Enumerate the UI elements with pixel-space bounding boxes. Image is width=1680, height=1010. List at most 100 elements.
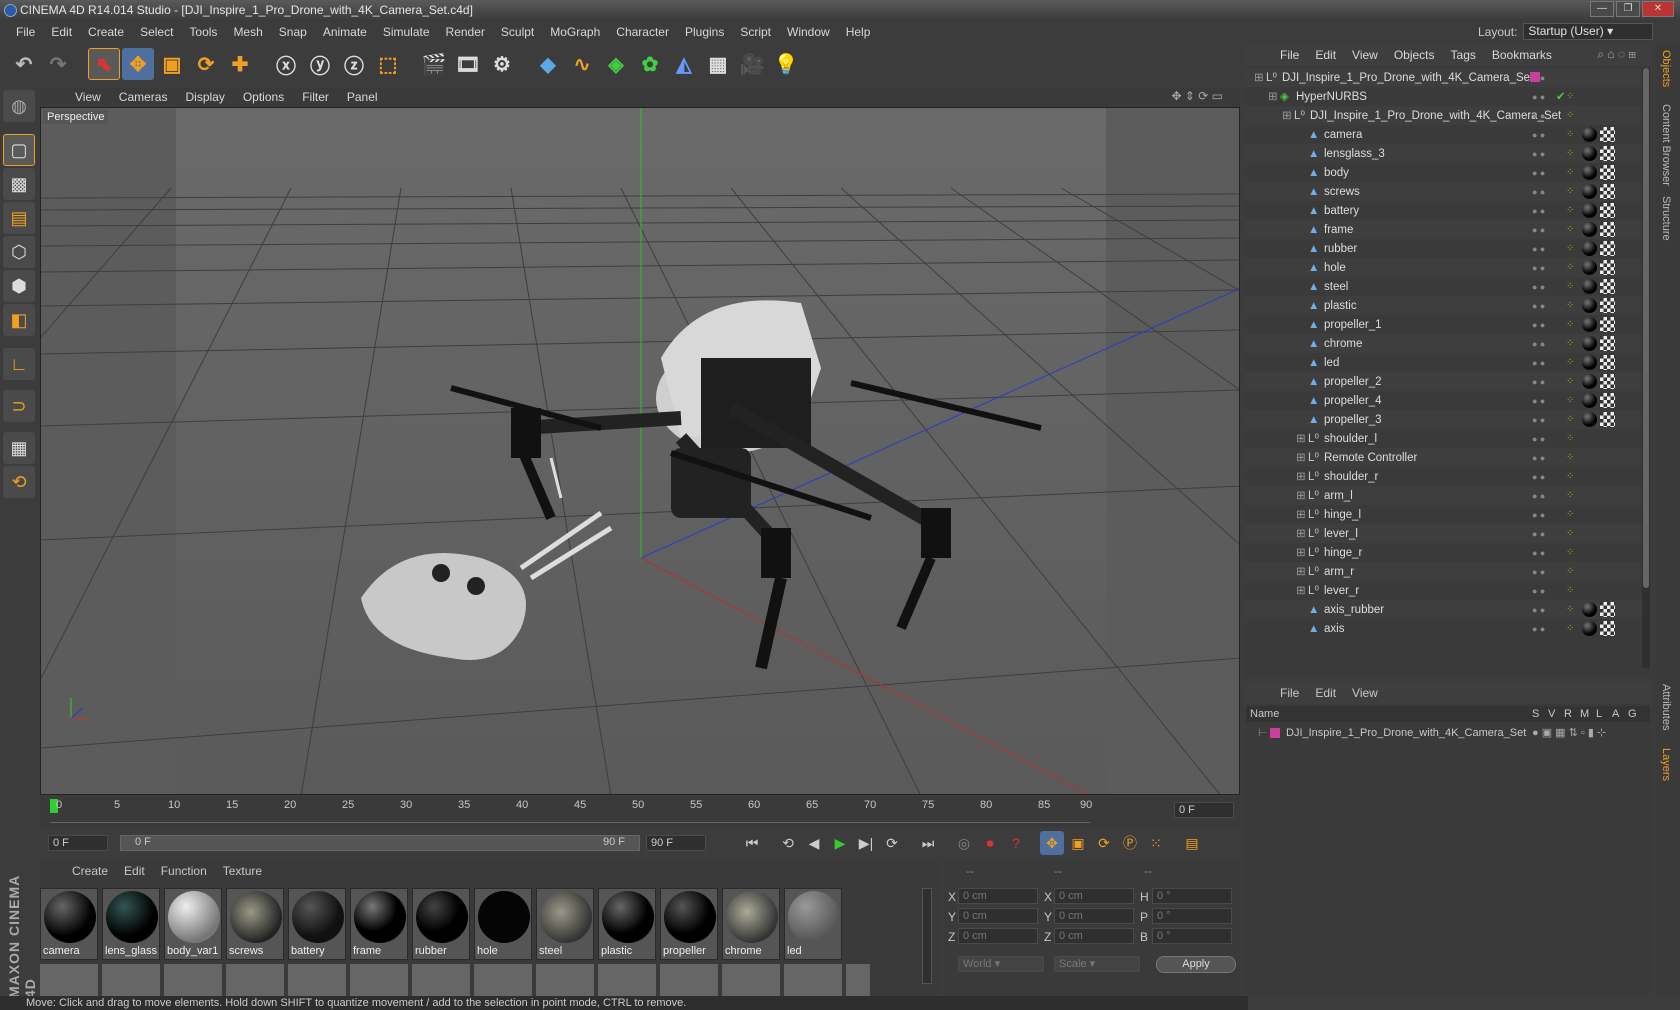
material-tag-icon[interactable] [1582, 336, 1597, 351]
object-row[interactable]: ⊞ L⁰ lever_r ● ● ⁘ [1246, 581, 1644, 601]
close-icon[interactable]: ✕ [1642, 1, 1674, 17]
tab-layers[interactable]: Layers [1660, 748, 1672, 781]
object-row[interactable]: ▲ steel ● ● ⁘ [1246, 277, 1644, 297]
column-generators[interactable]: G [1628, 706, 1637, 722]
phong-tag-icon[interactable]: ⁘ [1566, 87, 1574, 107]
apply-button[interactable]: Apply [1156, 956, 1236, 973]
object-row[interactable]: ▲ screws ● ● ⁘ [1246, 182, 1644, 202]
visibility-dots-icon[interactable]: ● ● [1532, 353, 1545, 373]
visibility-dots-icon[interactable]: ● ● [1532, 562, 1545, 582]
rotation-b-field[interactable]: 0 ° [1152, 928, 1232, 944]
phong-tag-icon[interactable]: ⁘ [1566, 163, 1574, 183]
layer-row[interactable]: ⊢ DJI_Inspire_1_Pro_Drone_with_4K_Camera… [1246, 724, 1650, 742]
rotation-p-field[interactable]: 0 ° [1152, 908, 1232, 924]
visibility-dots-icon[interactable]: ● ● [1532, 391, 1545, 411]
material-tag-icon[interactable] [1582, 203, 1597, 218]
axis-mode-icon[interactable]: ∟ [3, 348, 35, 380]
visibility-dots-icon[interactable]: ● ● [1532, 448, 1545, 468]
visibility-dots-icon[interactable]: ● ● [1532, 144, 1545, 164]
layer-color-swatch[interactable] [1270, 728, 1280, 738]
material-swatch[interactable]: battery [288, 888, 346, 960]
menu-simulate[interactable]: Simulate [375, 25, 438, 39]
phong-tag-icon[interactable]: ⁘ [1566, 239, 1574, 259]
object-name[interactable]: axis [1324, 619, 1344, 639]
phong-tag-icon[interactable]: ⁘ [1566, 429, 1574, 449]
expand-icon[interactable]: ⊞ [1296, 524, 1306, 544]
uvw-tag-icon[interactable] [1600, 222, 1615, 237]
visibility-dots-icon[interactable]: ● ● [1532, 258, 1545, 278]
column-solo[interactable]: S [1532, 706, 1539, 722]
menu-character[interactable]: Character [608, 25, 677, 39]
phong-tag-icon[interactable]: ⁘ [1566, 562, 1574, 582]
object-menu-edit[interactable]: Edit [1307, 48, 1344, 62]
uvw-tag-icon[interactable] [1600, 165, 1615, 180]
layer-expand-icon[interactable]: ⊢ [1258, 724, 1268, 742]
end-frame-field[interactable]: 90 F [646, 835, 706, 851]
move-tool-icon[interactable]: ✥ [122, 48, 154, 80]
maximize-icon[interactable]: ❐ [1616, 1, 1640, 17]
material-tag-icon[interactable] [1582, 621, 1597, 636]
camera-icon[interactable]: 🎥 [736, 48, 768, 80]
object-name[interactable]: battery [1324, 201, 1359, 221]
uvw-tag-icon[interactable] [1600, 279, 1615, 294]
material-tag-icon[interactable] [1582, 412, 1597, 427]
uvw-tag-icon[interactable] [1600, 260, 1615, 275]
object-row[interactable]: ▲ rubber ● ● ⁘ [1246, 239, 1644, 259]
make-editable-icon[interactable]: ◍ [3, 90, 35, 122]
object-row[interactable]: ▲ body ● ● ⁘ [1246, 163, 1644, 183]
visibility-dots-icon[interactable]: ● ● [1532, 467, 1545, 487]
object-row[interactable]: ⊞ ◈ HyperNURBS ● ● ✔ ⁘ [1246, 87, 1644, 107]
z-axis-lock-icon[interactable]: ⓩ [338, 48, 370, 80]
uvw-tag-icon[interactable] [1600, 355, 1615, 370]
object-name[interactable]: DJI_Inspire_1_Pro_Drone_with_4K_Camera_S… [1282, 68, 1533, 88]
menu-plugins[interactable]: Plugins [677, 25, 732, 39]
menu-file[interactable]: File [8, 25, 43, 39]
planar-workplane-icon[interactable]: ⟲ [3, 466, 35, 498]
object-row[interactable]: ▲ battery ● ● ⁘ [1246, 201, 1644, 221]
next-keyframe-icon[interactable]: ⟳ [880, 831, 904, 855]
material-tag-icon[interactable] [1582, 241, 1597, 256]
menu-window[interactable]: Window [779, 25, 838, 39]
material-swatch[interactable]: rubber [412, 888, 470, 960]
object-row[interactable]: ⊞ L⁰ hinge_l ● ● ⁘ [1246, 505, 1644, 525]
visibility-dots-icon[interactable]: ● ● [1532, 334, 1545, 354]
snap-magnet-icon[interactable]: ⊃ [3, 390, 35, 422]
redo-icon[interactable]: ↷ [42, 48, 74, 80]
menu-script[interactable]: Script [732, 25, 779, 39]
visibility-dots-icon[interactable]: ● ● [1532, 619, 1545, 639]
material-swatch[interactable]: led [784, 888, 842, 960]
object-name[interactable]: rubber [1324, 239, 1357, 259]
menu-help[interactable]: Help [838, 25, 879, 39]
polygons-mode-icon[interactable]: ◧ [3, 304, 35, 336]
layer-menu-view[interactable]: View [1344, 686, 1386, 700]
y-axis-lock-icon[interactable]: ⓨ [304, 48, 336, 80]
autokey-icon[interactable]: ⏺ [978, 831, 1002, 855]
expand-icon[interactable]: ⊞ [1296, 543, 1306, 563]
material-swatch[interactable]: steel [536, 888, 594, 960]
phong-tag-icon[interactable]: ⁘ [1566, 353, 1574, 373]
visibility-dots-icon[interactable]: ● ● [1532, 486, 1545, 506]
visibility-dots-icon[interactable]: ● ● [1532, 182, 1545, 202]
expand-icon[interactable]: ⊞ [1296, 562, 1306, 582]
uvw-tag-icon[interactable] [1600, 184, 1615, 199]
menu-mograph[interactable]: MoGraph [542, 25, 608, 39]
render-settings-icon[interactable]: ⚙ [486, 48, 518, 80]
visibility-dots-icon[interactable]: ● ● [1532, 220, 1545, 240]
material-tag-icon[interactable] [1582, 374, 1597, 389]
material-swatch[interactable]: body_var1 [164, 888, 222, 960]
object-menu-file[interactable]: File [1272, 48, 1307, 62]
texture-mode-icon[interactable]: ▩ [3, 168, 35, 200]
visibility-dots-icon[interactable]: ● ● [1532, 239, 1545, 259]
phong-tag-icon[interactable]: ⁘ [1566, 467, 1574, 487]
object-name[interactable]: propeller_3 [1324, 410, 1382, 430]
rotation-h-field[interactable]: 0 ° [1152, 888, 1232, 904]
viewport-menu-display[interactable]: Display [176, 90, 233, 104]
phong-tag-icon[interactable]: ⁘ [1566, 125, 1574, 145]
object-menu-tags[interactable]: Tags [1443, 48, 1484, 62]
keyframe-help-icon[interactable]: ? [1004, 831, 1028, 855]
cube-primitive-icon[interactable]: ◆ [532, 48, 564, 80]
visibility-dots-icon[interactable]: ● ● [1532, 163, 1545, 183]
visibility-dots-icon[interactable]: ● ● [1532, 524, 1545, 544]
expand-icon[interactable]: ⊞ [1296, 448, 1306, 468]
object-name[interactable]: hole [1324, 258, 1346, 278]
